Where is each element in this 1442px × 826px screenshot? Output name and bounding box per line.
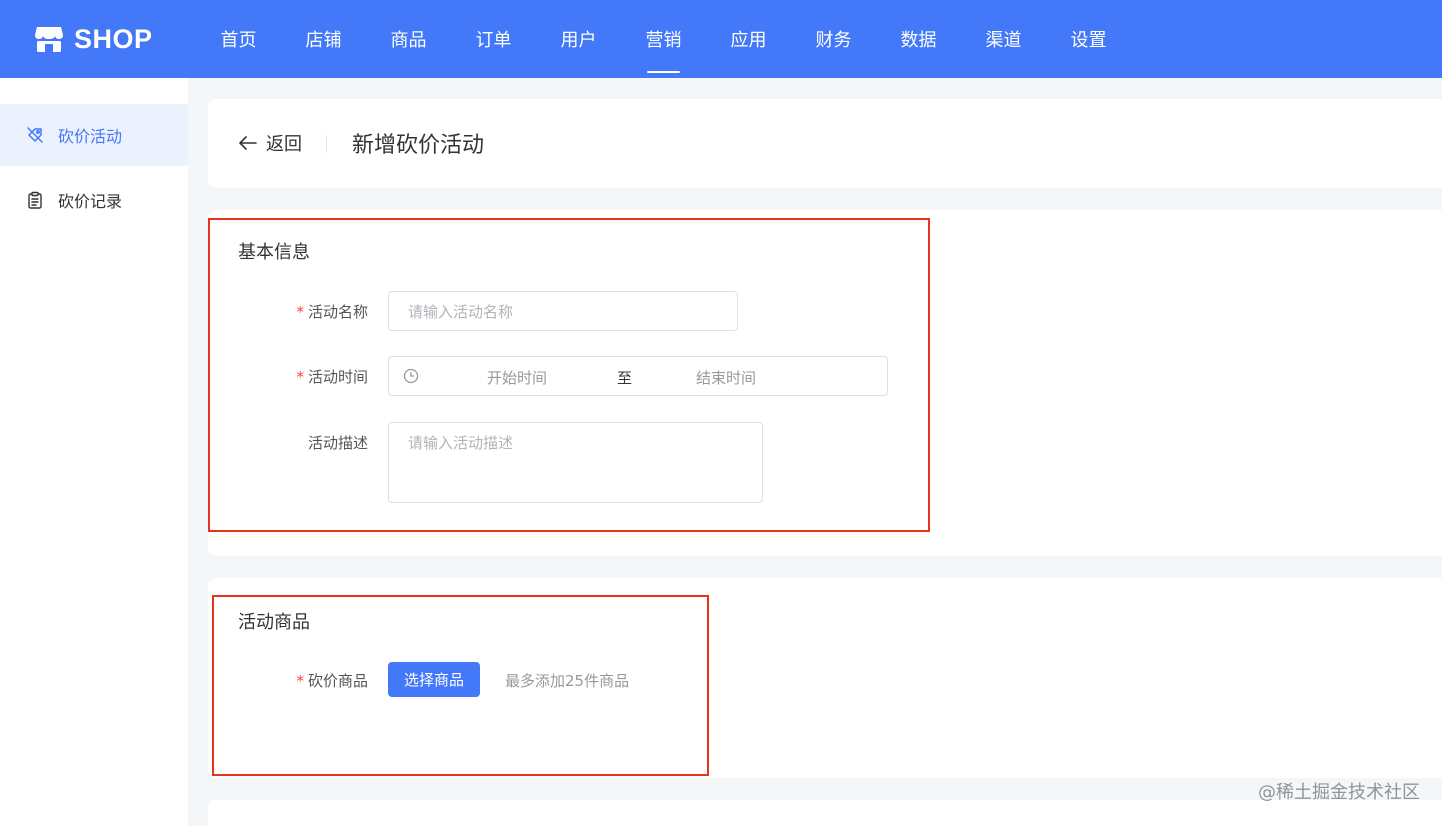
annotation-box-basic-info — [208, 218, 930, 532]
sidebar: 砍价活动 砍价记录 — [0, 78, 188, 826]
main-nav: 首页 店铺 商品 订单 用户 营销 应用 财务 数据 渠道 设置 — [196, 0, 1131, 78]
sidebar-item-label: 砍价活动 — [58, 127, 123, 146]
clipboard-icon — [26, 191, 44, 209]
shop-icon — [34, 25, 64, 53]
logo-text: SHOP — [74, 23, 153, 54]
annotation-box-activity-goods — [212, 595, 709, 776]
nav-data[interactable]: 数据 — [876, 0, 961, 78]
nav-settings[interactable]: 设置 — [1046, 0, 1131, 78]
page-header-card: 返回 新增砍价活动 — [208, 99, 1442, 188]
nav-goods[interactable]: 商品 — [366, 0, 451, 78]
nav-orders[interactable]: 订单 — [451, 0, 536, 78]
logo[interactable]: SHOP — [34, 22, 153, 56]
arrow-left-icon — [238, 135, 258, 151]
nav-finance[interactable]: 财务 — [791, 0, 876, 78]
nav-users[interactable]: 用户 — [536, 0, 621, 78]
header-divider — [326, 135, 327, 153]
nav-marketing[interactable]: 营销 — [621, 0, 706, 78]
bargain-icon — [26, 126, 44, 144]
sidebar-item-label: 砍价记录 — [58, 192, 123, 211]
back-button[interactable]: 返回 — [238, 129, 302, 157]
nav-store[interactable]: 店铺 — [281, 0, 366, 78]
watermark: @稀土掘金技术社区 — [1258, 782, 1420, 803]
nav-apps[interactable]: 应用 — [706, 0, 791, 78]
top-navbar: SHOP 首页 店铺 商品 订单 用户 营销 应用 财务 数据 渠道 设置 — [0, 0, 1442, 78]
back-label: 返回 — [266, 134, 302, 155]
sidebar-item-bargain-activity[interactable]: 砍价活动 — [0, 104, 188, 166]
sidebar-item-bargain-records[interactable]: 砍价记录 — [0, 169, 188, 231]
page-title: 新增砍价活动 — [352, 133, 485, 158]
next-section-card — [208, 800, 1442, 826]
nav-channels[interactable]: 渠道 — [961, 0, 1046, 78]
nav-home[interactable]: 首页 — [196, 0, 281, 78]
